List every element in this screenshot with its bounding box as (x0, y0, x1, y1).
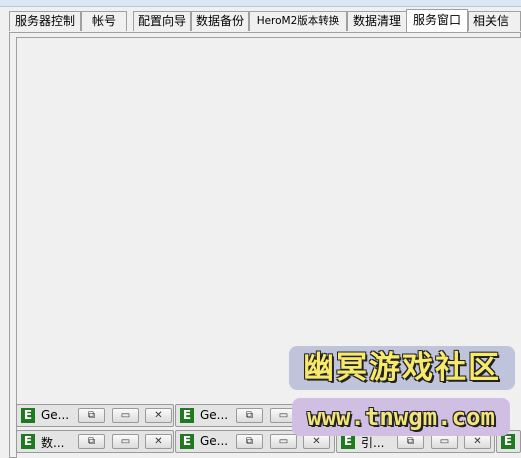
minimized-window[interactable]: E Ge... ⧉ ▭ ✕ (16, 404, 174, 427)
tab-service-window[interactable]: 服务窗口 (406, 9, 468, 32)
close-button[interactable]: ✕ (303, 434, 330, 449)
watermark-url: www.tnwgm.com (292, 398, 510, 436)
tab-herom2-convert[interactable]: HeroM2版本转换 (249, 11, 347, 31)
close-button[interactable]: ✕ (145, 434, 172, 449)
maximize-button[interactable]: ▭ (270, 434, 297, 449)
restore-button[interactable]: ⧉ (78, 434, 105, 449)
restore-button[interactable]: ⧉ (236, 408, 263, 423)
app-icon: E (341, 434, 355, 449)
minimized-window[interactable]: E 数... ⧉ ▭ ✕ (16, 430, 174, 453)
tab-server-control[interactable]: 服务器控制 (9, 11, 81, 31)
tab-accounts[interactable]: 帐号 (81, 11, 127, 31)
app-icon: E (180, 434, 194, 449)
restore-button[interactable]: ⧉ (236, 434, 263, 449)
app-icon: E (180, 408, 194, 423)
window-top-strip (0, 0, 521, 7)
minimized-window[interactable]: E Ge... ⧉ ▭ (175, 404, 300, 427)
maximize-button[interactable]: ▭ (431, 434, 458, 449)
window-title: 引... (361, 436, 385, 450)
maximize-button[interactable]: ▭ (112, 434, 139, 449)
app-icon: E (21, 408, 35, 423)
app-icon: E (21, 434, 35, 449)
tab-bar: 服务器控制 帐号 配置向导 数据备份 HeroM2版本转换 数据清理 服务窗口 … (9, 9, 521, 33)
window-title: Ge... (200, 408, 229, 422)
mdi-client-area (16, 37, 521, 458)
maximize-button[interactable]: ▭ (112, 408, 139, 423)
restore-button[interactable]: ⧉ (397, 434, 424, 449)
tab-config-wizard[interactable]: 配置向导 (133, 11, 191, 31)
window-title: 数... (41, 436, 65, 450)
close-button[interactable]: ✕ (464, 434, 491, 449)
restore-button[interactable]: ⧉ (78, 408, 105, 423)
tab-data-cleanup[interactable]: 数据清理 (347, 11, 407, 31)
tab-related-info[interactable]: 相关信 (468, 11, 521, 31)
tab-data-backup[interactable]: 数据备份 (191, 11, 249, 31)
app-icon: E (501, 434, 515, 449)
close-button[interactable]: ✕ (145, 408, 172, 423)
window-title: Ge... (200, 434, 229, 448)
watermark-logo: 幽冥游戏社区 (289, 346, 515, 390)
window-title: Ge... (41, 408, 70, 422)
